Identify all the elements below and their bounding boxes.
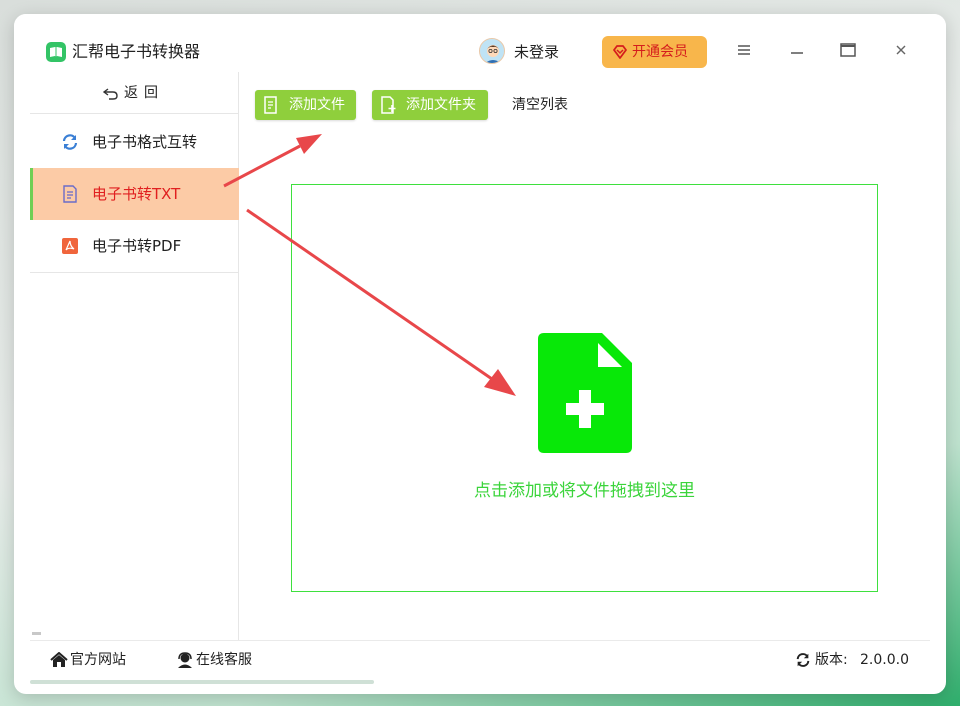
add-file-icon (264, 96, 277, 114)
version-label: 版本: (815, 652, 848, 668)
close-icon (896, 45, 906, 55)
footer: 官方网站 在线客服 版本: 2.0.0.0 (30, 640, 930, 680)
pdf-icon (62, 238, 78, 254)
refresh-icon (796, 653, 810, 667)
sidebar-item-to-txt[interactable]: 电子书转TXT (30, 168, 239, 220)
sidebar-item-label: 电子书格式互转 (92, 133, 198, 151)
avatar[interactable] (479, 38, 505, 64)
back-button[interactable]: 返回 (30, 72, 239, 114)
add-file-button[interactable]: 添加文件 (255, 90, 356, 120)
maximize-icon (840, 43, 856, 57)
official-website-label: 官方网站 (70, 652, 126, 668)
menu-button[interactable] (732, 38, 756, 62)
maximize-button[interactable] (836, 38, 860, 62)
login-status-label[interactable]: 未登录 (514, 42, 559, 62)
minimize-icon (791, 52, 803, 54)
file-drop-zone[interactable]: 点击添加或将文件拖拽到这里 (291, 184, 878, 592)
txt-document-icon (63, 185, 77, 203)
title-bar: 汇帮电子书转换器 未登录 开通会员 (14, 14, 946, 72)
add-folder-button[interactable]: 添加文件夹 (372, 90, 488, 120)
sidebar-item-format-convert[interactable]: 电子书格式互转 (30, 116, 239, 168)
home-icon (50, 652, 68, 667)
vip-label: 开通会员 (632, 44, 688, 60)
sidebar-item-label: 电子书转PDF (92, 237, 182, 255)
back-label: 返回 (124, 85, 164, 101)
resize-grip[interactable] (32, 632, 41, 635)
version-value: 2.0.0.0 (860, 652, 909, 668)
add-folder-label: 添加文件夹 (406, 97, 476, 113)
add-folder-icon (381, 96, 396, 114)
add-document-icon (538, 333, 632, 453)
close-button[interactable] (889, 38, 913, 62)
sidebar-item-to-pdf[interactable]: 电子书转PDF (30, 220, 239, 272)
minimize-button[interactable] (785, 38, 809, 62)
hamburger-icon (738, 45, 750, 55)
drop-hint-text: 点击添加或将文件拖拽到这里 (474, 481, 695, 501)
sidebar-item-label: 电子书转TXT (92, 185, 181, 203)
app-title: 汇帮电子书转换器 (72, 42, 201, 61)
taskbar-indicator (30, 680, 374, 684)
online-support-label: 在线客服 (196, 652, 252, 668)
back-arrow-icon (103, 88, 118, 100)
sidebar: 返回 电子书格式互转 电子书转TXT 电子书转PDF (30, 72, 239, 640)
diamond-icon (613, 45, 627, 59)
clear-list-button[interactable]: 清空列表 (512, 96, 568, 114)
sidebar-divider (30, 272, 239, 273)
app-logo-icon (46, 42, 66, 62)
customer-service-icon (178, 652, 192, 668)
app-window: 汇帮电子书转换器 未登录 开通会员 返回 电子书格式互转 电子书转TXT 电子书… (14, 14, 946, 694)
vip-button[interactable]: 开通会员 (602, 36, 707, 68)
add-file-label: 添加文件 (289, 97, 345, 113)
sync-icon (62, 134, 78, 150)
